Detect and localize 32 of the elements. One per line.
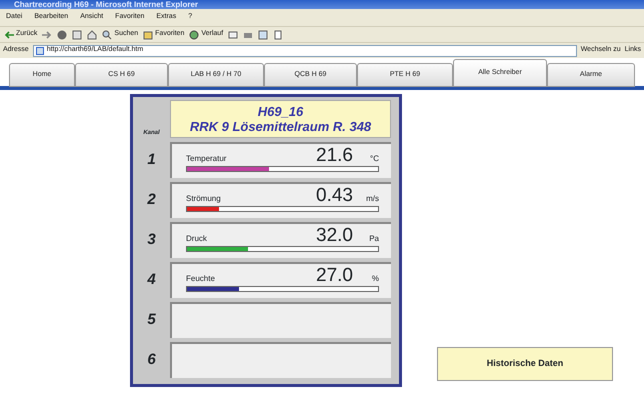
unit-label: °C xyxy=(369,153,379,165)
channel-name: Druck xyxy=(186,233,207,245)
channel-name: Feuchte xyxy=(186,273,215,285)
sensor-id: H69_16 xyxy=(256,104,304,119)
folder-icon xyxy=(143,30,154,40)
channel-name: Temperatur xyxy=(186,153,226,165)
channel-number: 1 xyxy=(146,150,157,170)
back-arrow-icon xyxy=(4,30,14,40)
channel-number: 3 xyxy=(146,230,157,250)
history-button[interactable]: Historische Daten xyxy=(437,347,613,381)
unit-label: m/s xyxy=(365,193,379,205)
channel-number: 5 xyxy=(146,310,157,330)
page-icon[interactable] xyxy=(72,30,82,40)
unit-label: % xyxy=(370,273,379,285)
channel-number: 2 xyxy=(146,190,157,210)
reading-value: 32.0 xyxy=(316,226,353,245)
reading-value: 21.6 xyxy=(316,146,353,165)
channel-number: 4 xyxy=(146,270,157,290)
window-title: Chartrecording H69 - Microsoft Internet Explorer xyxy=(0,0,644,9)
house-icon[interactable] xyxy=(87,30,98,40)
room-name: RRK 9 Lösemittelraum R. 348 xyxy=(188,119,372,134)
page-icon xyxy=(36,46,44,54)
reading-value: 0.43 xyxy=(316,186,353,205)
reading-value: 27.0 xyxy=(316,266,353,285)
document-icon[interactable] xyxy=(273,30,284,40)
channel-number: 6 xyxy=(146,350,157,370)
unit-label: Pa xyxy=(368,233,379,245)
circle-icon[interactable] xyxy=(57,30,68,40)
channel-name: Strömung xyxy=(186,193,221,205)
forward-arrow-icon[interactable] xyxy=(42,30,52,40)
search-icon xyxy=(102,30,112,40)
window-icon[interactable] xyxy=(258,30,268,40)
